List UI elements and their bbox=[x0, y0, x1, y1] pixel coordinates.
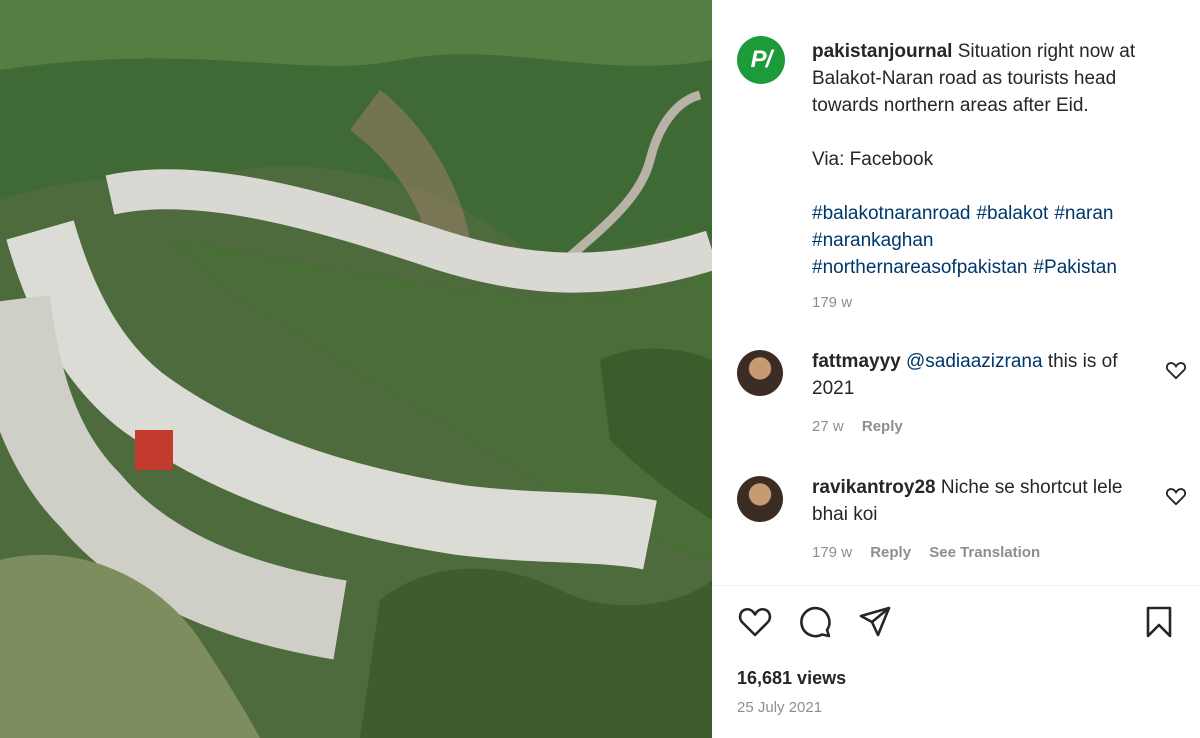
hashtag[interactable]: #naran bbox=[1054, 203, 1113, 224]
action-bar bbox=[737, 604, 1177, 644]
reply-button[interactable]: Reply bbox=[870, 544, 911, 561]
comment-username[interactable]: ravikantroy28 bbox=[812, 477, 936, 498]
bookmark-icon[interactable] bbox=[1141, 604, 1177, 640]
avatar[interactable] bbox=[737, 350, 783, 396]
heart-icon[interactable] bbox=[737, 604, 773, 640]
post-caption: pakistanjournal Situation right now at B… bbox=[812, 38, 1172, 281]
hashtag[interactable]: #balakot bbox=[976, 203, 1048, 224]
avatar[interactable] bbox=[737, 476, 783, 522]
hashtag[interactable]: #northernareasofpakistan bbox=[812, 257, 1027, 278]
send-icon[interactable] bbox=[857, 604, 893, 640]
comment-meta: 179 w Reply See Translation bbox=[812, 544, 1054, 561]
hashtag[interactable]: #balakotnaranroad bbox=[812, 203, 970, 224]
comment-text: fattmayyy @sadiaazizrana this is of 2021 bbox=[812, 348, 1152, 402]
reply-button[interactable]: Reply bbox=[862, 418, 903, 435]
comment-mention[interactable]: @sadiaazizrana bbox=[906, 351, 1043, 372]
comment-meta: 27 w Reply bbox=[812, 418, 917, 435]
post-age: 179 w bbox=[812, 294, 853, 311]
divider bbox=[712, 585, 1200, 586]
post-date: 25 July 2021 bbox=[737, 699, 823, 716]
caption-via: Via: Facebook bbox=[812, 149, 934, 170]
post-video[interactable] bbox=[0, 0, 712, 738]
hashtag-list: #balakotnaranroad #balakot #naran #naranka… bbox=[812, 200, 1172, 281]
comment-username[interactable]: fattmayyy bbox=[812, 351, 901, 372]
comment-icon[interactable] bbox=[797, 604, 833, 640]
like-comment-heart-icon[interactable] bbox=[1165, 360, 1187, 380]
hashtag[interactable]: #Pakistan bbox=[1033, 257, 1116, 278]
post-username[interactable]: pakistanjournal bbox=[812, 41, 952, 62]
hashtag[interactable]: #narankaghan bbox=[812, 230, 934, 251]
comment-age: 179 w bbox=[812, 544, 853, 561]
post-panel: P/ pakistanjournal Situation right now a… bbox=[712, 0, 1200, 738]
traffic-jam-photo bbox=[0, 0, 712, 738]
view-count: 16,681 views bbox=[737, 668, 847, 688]
pakistanjournal-avatar[interactable]: P/ bbox=[737, 36, 785, 84]
see-translation-button[interactable]: See Translation bbox=[929, 544, 1040, 561]
comment-age: 27 w bbox=[812, 418, 844, 435]
comment-text: ravikantroy28 Niche se shortcut lele bha… bbox=[812, 474, 1152, 528]
like-comment-heart-icon[interactable] bbox=[1165, 486, 1187, 506]
